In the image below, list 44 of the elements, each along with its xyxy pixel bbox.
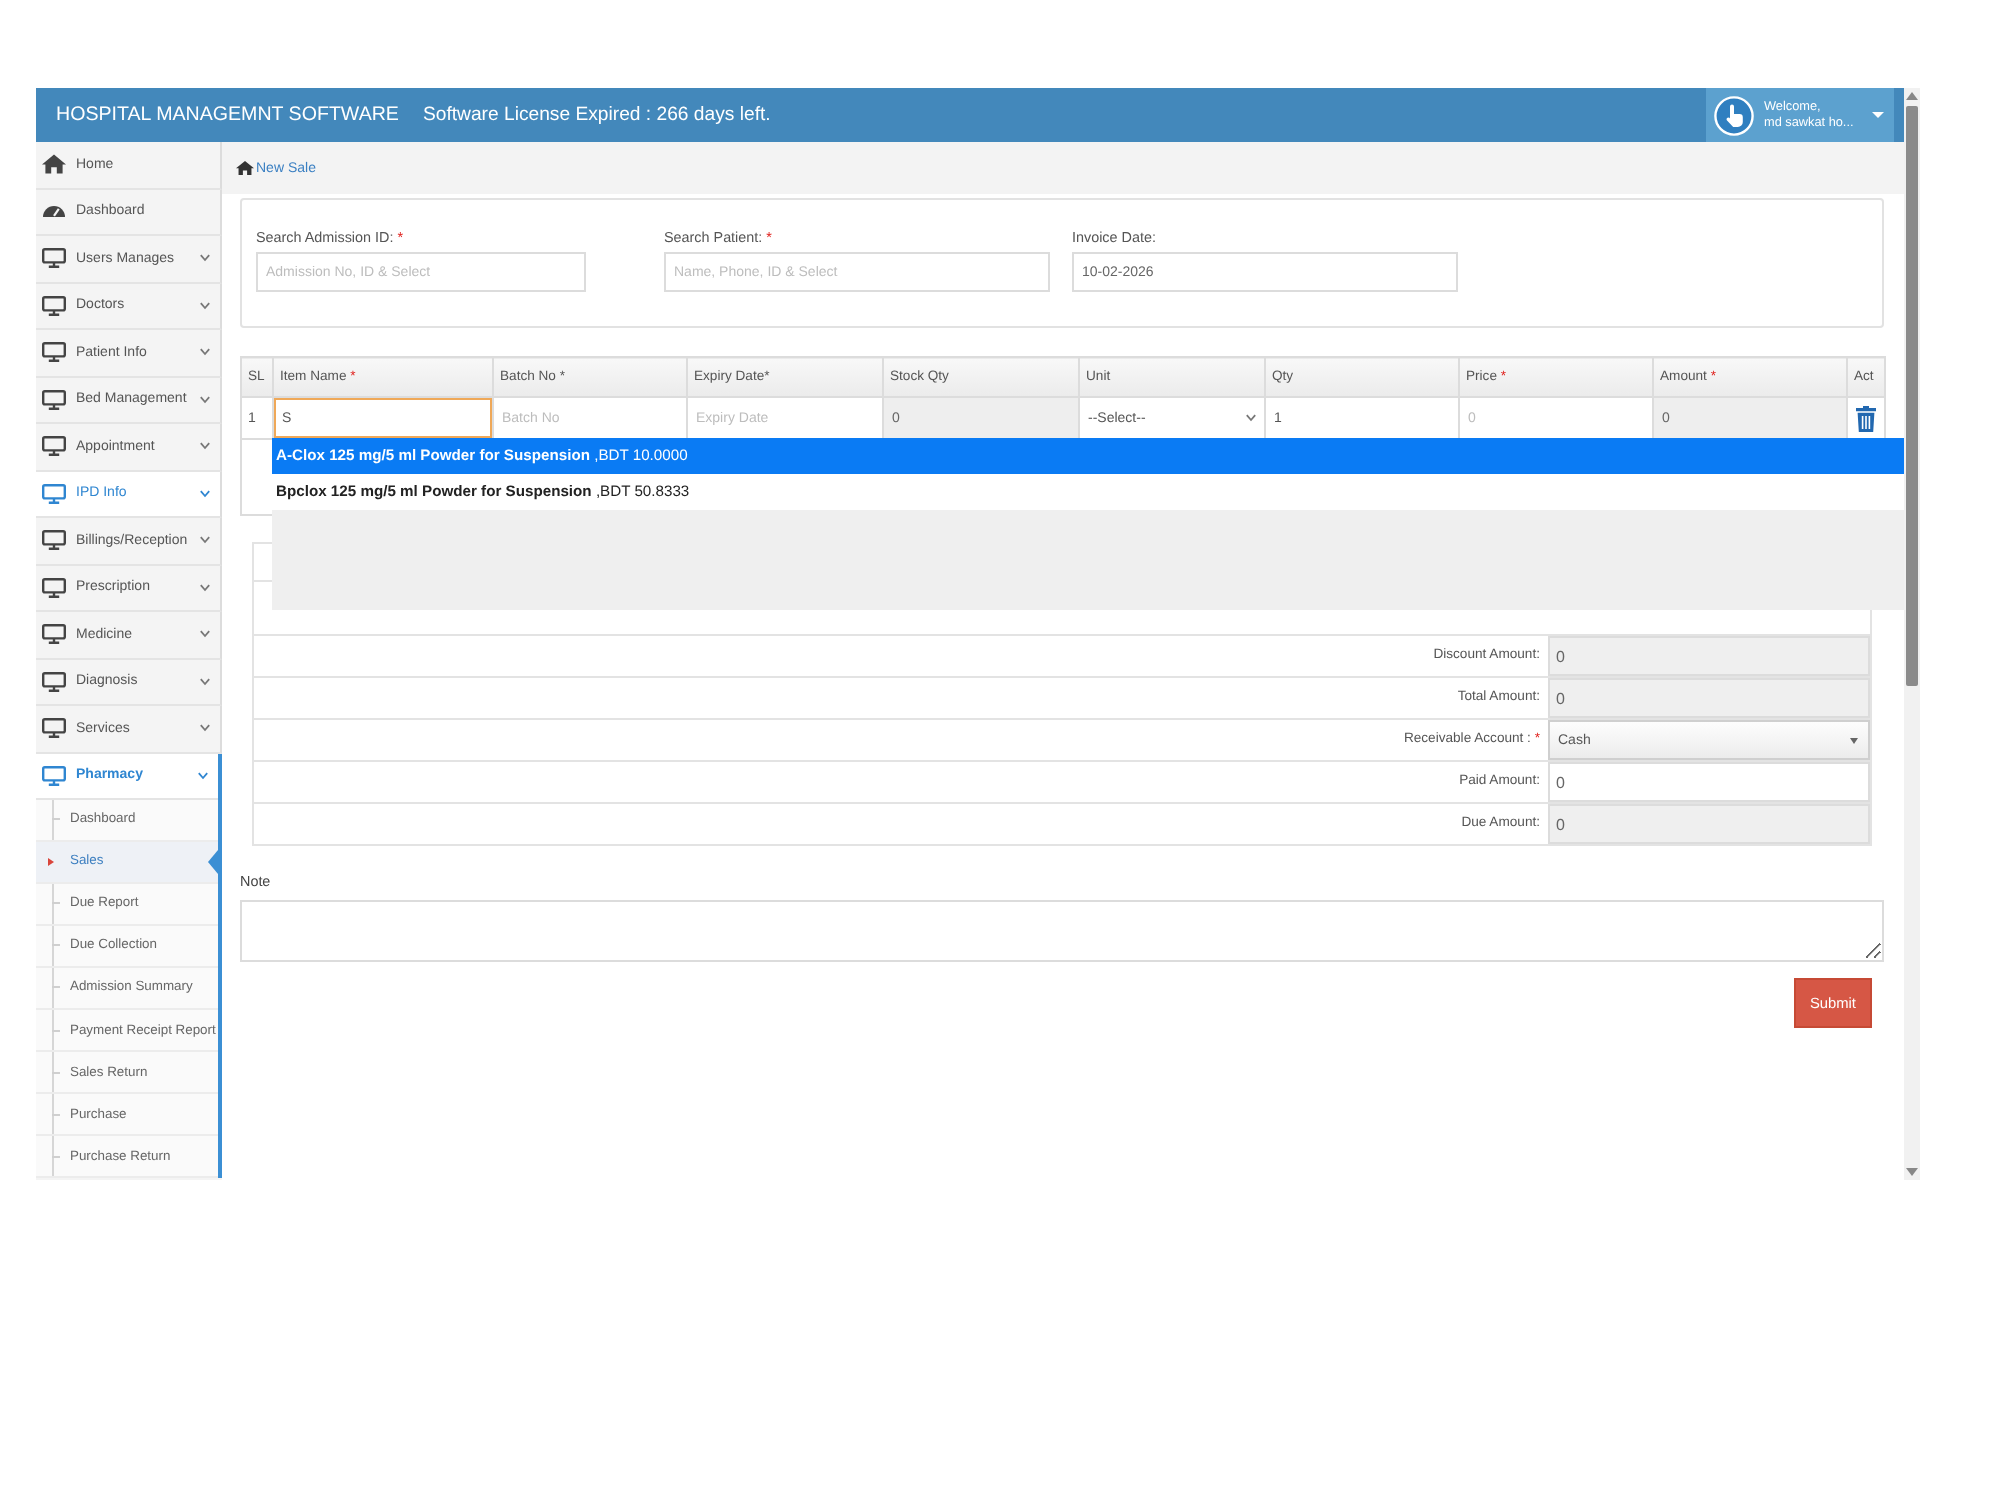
note-field[interactable]	[240, 900, 1884, 962]
chevron-down-icon	[200, 395, 210, 404]
license-notice: Software License Expired : 266 days left.	[422, 104, 771, 126]
monitor-icon	[42, 718, 66, 739]
monitor-icon	[42, 483, 66, 504]
chevron-down-icon	[200, 677, 210, 686]
chevron-down-icon	[200, 630, 210, 639]
amount-field[interactable]: 0	[1548, 678, 1870, 718]
chevron-down-icon	[1246, 414, 1256, 422]
amount-field[interactable]: 0	[1548, 762, 1870, 802]
scrollbar[interactable]	[1904, 88, 1920, 1180]
app-title: HOSPITAL MANAGEMNT SOFTWARE	[56, 104, 399, 126]
monitor-icon	[42, 624, 66, 645]
monitor-icon	[42, 765, 66, 785]
amount-field[interactable]: 0	[1548, 636, 1870, 676]
hand-icon	[1714, 95, 1754, 135]
monitor-icon	[42, 342, 66, 363]
delete-button[interactable]	[1856, 405, 1876, 431]
caret-down-icon	[1872, 112, 1884, 118]
chevron-down-icon	[198, 771, 208, 779]
caret-down-icon	[1850, 737, 1858, 743]
bullet-icon	[48, 857, 54, 866]
home-icon	[236, 160, 254, 176]
chevron-down-icon	[200, 348, 210, 357]
chevron-down-icon	[200, 301, 210, 310]
monitor-icon	[42, 389, 66, 410]
chevron-down-icon	[200, 536, 210, 545]
chevron-down-icon	[200, 489, 210, 498]
amount-field[interactable]: 0	[1548, 804, 1870, 844]
scroll-down-icon	[1906, 1168, 1918, 1176]
scroll-up-icon	[1906, 92, 1918, 100]
monitor-icon	[42, 248, 66, 269]
monitor-icon	[42, 577, 66, 598]
monitor-icon	[42, 671, 66, 692]
home-icon	[42, 154, 66, 175]
chevron-down-icon	[200, 724, 210, 733]
gauge-icon	[42, 204, 66, 219]
monitor-icon	[42, 530, 66, 551]
chevron-down-icon	[200, 442, 210, 451]
trash-icon	[1856, 405, 1876, 431]
chevron-down-icon	[200, 254, 210, 263]
chevron-down-icon	[200, 583, 210, 592]
monitor-icon	[42, 295, 66, 316]
monitor-icon	[42, 436, 66, 457]
